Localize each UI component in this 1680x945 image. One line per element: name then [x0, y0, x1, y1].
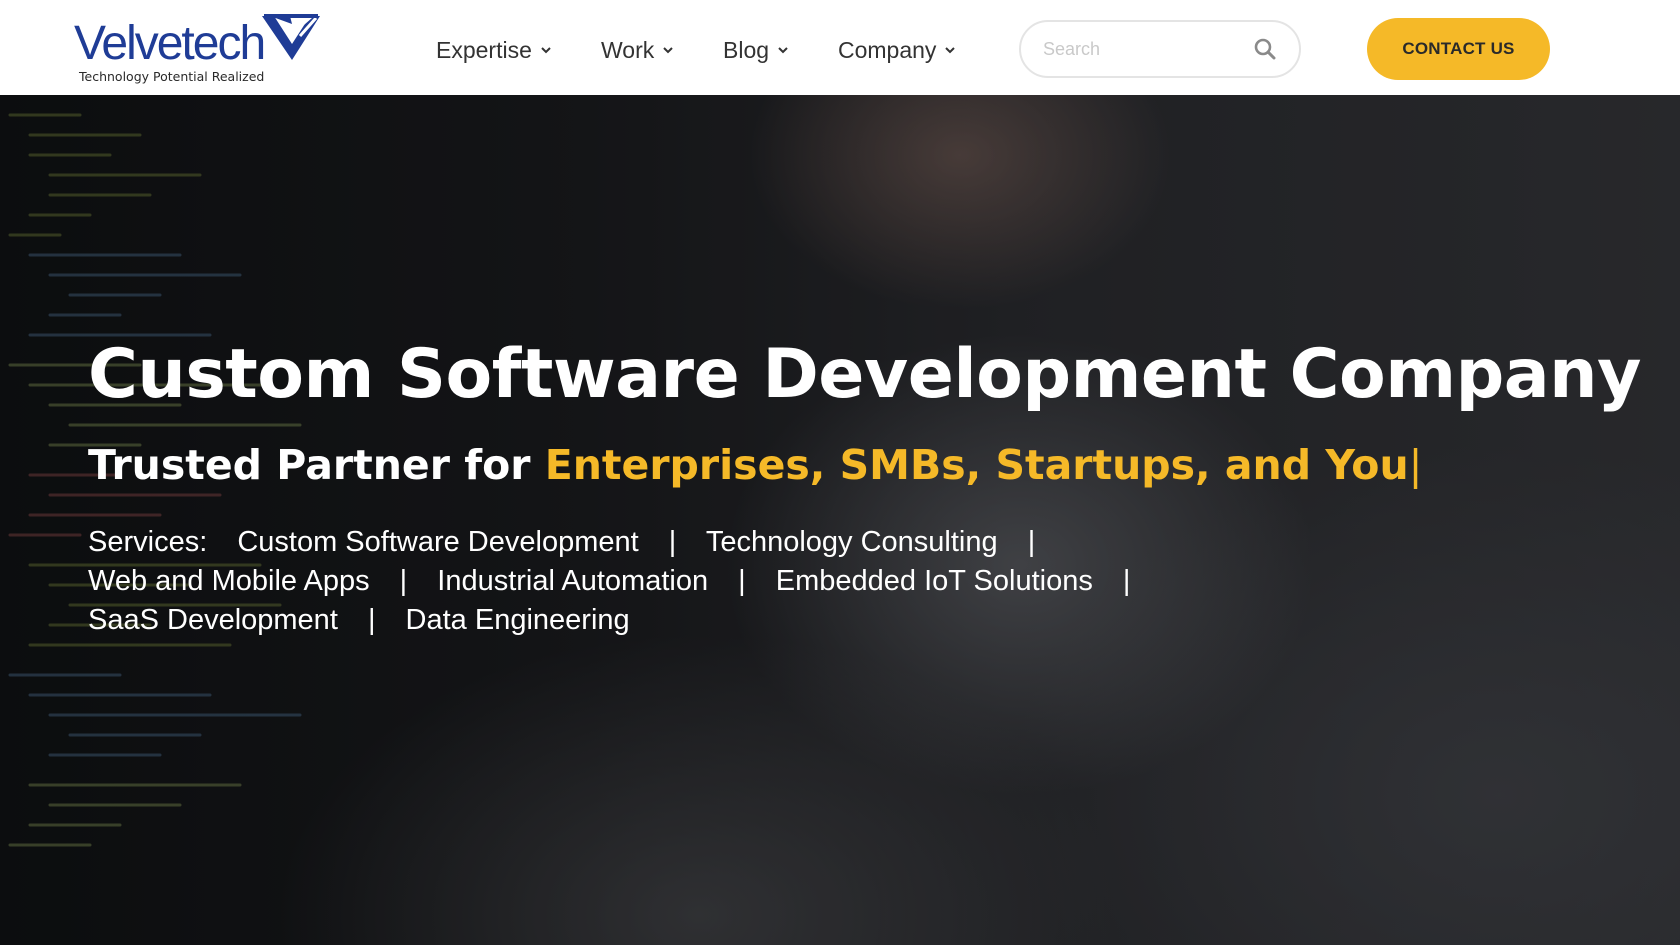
separator: |	[668, 526, 677, 558]
search-icon[interactable]	[1253, 37, 1277, 61]
separator: |	[367, 604, 376, 636]
services-line-1: Services: Custom Software Development | …	[88, 523, 1288, 562]
nav-item-label: Work	[601, 36, 655, 63]
nav-item-blog[interactable]: Blog	[723, 30, 789, 70]
hero-section: Custom Software Development Company Trus…	[0, 95, 1680, 945]
nav-item-expertise[interactable]: Expertise	[436, 30, 552, 70]
search-input[interactable]	[1043, 34, 1243, 64]
separator: |	[1027, 526, 1036, 558]
chevron-down-icon	[777, 44, 789, 56]
services-line-3: SaaS Development | Data Engineering	[88, 601, 1288, 640]
site-header: Velvetech Technology Potential Realized …	[0, 0, 1680, 95]
logo-tagline: Technology Potential Realized	[79, 69, 265, 84]
nav-item-label: Blog	[723, 36, 770, 63]
services-label: Services:	[88, 526, 208, 558]
separator: |	[738, 565, 746, 597]
service-link-saas-development[interactable]: SaaS Development	[88, 604, 338, 636]
hero-dark-overlay	[0, 95, 1680, 945]
subtitle-highlight: Enterprises, SMBs, Startups, and You	[544, 441, 1409, 489]
separator: |	[1122, 565, 1131, 597]
nav-item-label: Company	[838, 36, 937, 63]
logo-wordmark: Velvetech	[74, 17, 266, 70]
services-list: Services: Custom Software Development | …	[88, 523, 1288, 640]
logo-v-mark-icon	[262, 14, 320, 60]
nav-item-company[interactable]: Company	[838, 30, 956, 70]
nav-item-work[interactable]: Work	[601, 30, 674, 70]
nav-item-label: Expertise	[436, 36, 532, 63]
chevron-down-icon	[662, 44, 674, 56]
search-box	[1019, 20, 1301, 78]
service-link-web-mobile-apps[interactable]: Web and Mobile Apps	[88, 565, 370, 597]
service-link-technology-consulting[interactable]: Technology Consulting	[706, 526, 998, 558]
contact-us-button[interactable]: CONTACT US	[1367, 18, 1550, 80]
service-link-data-engineering[interactable]: Data Engineering	[406, 604, 630, 636]
service-link-industrial-automation[interactable]: Industrial Automation	[437, 565, 708, 597]
chevron-down-icon	[944, 44, 956, 56]
service-link-embedded-iot[interactable]: Embedded IoT Solutions	[776, 565, 1093, 597]
typing-cursor: |	[1408, 441, 1423, 489]
chevron-down-icon	[540, 44, 552, 56]
hero-subtitle: Trusted Partner for Enterprises, SMBs, S…	[88, 441, 1422, 489]
hero-title: Custom Software Development Company	[88, 335, 1641, 414]
velvetech-logo[interactable]: Velvetech Technology Potential Realized	[74, 14, 324, 86]
services-line-2: Web and Mobile Apps | Industrial Automat…	[88, 562, 1288, 601]
subtitle-prefix: Trusted Partner for	[88, 441, 531, 489]
service-link-custom-software[interactable]: Custom Software Development	[237, 526, 638, 558]
separator: |	[399, 565, 408, 597]
